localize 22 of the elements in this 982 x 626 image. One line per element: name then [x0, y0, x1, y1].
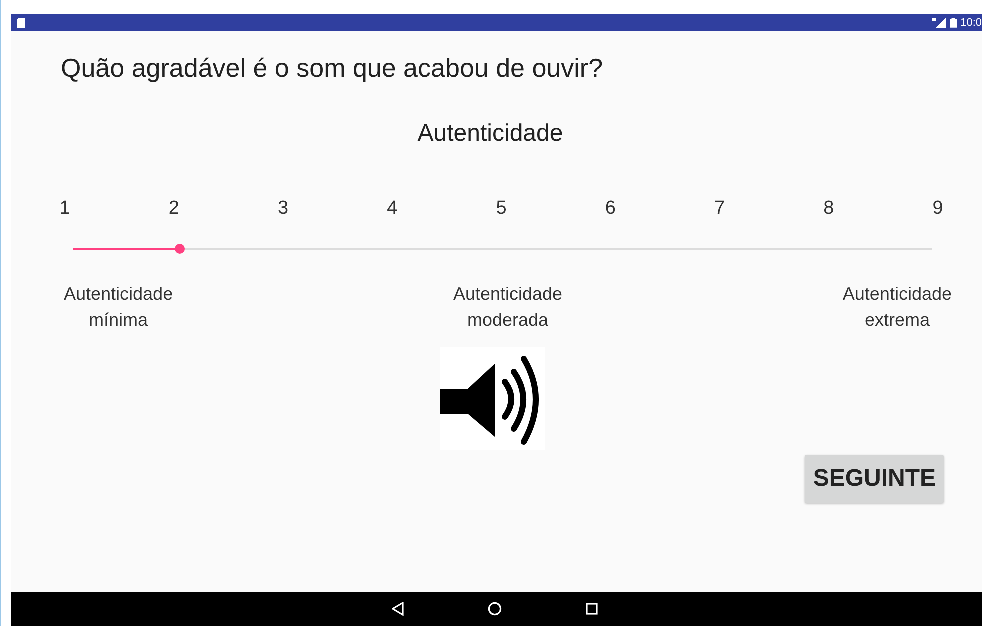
recents-icon[interactable] — [586, 603, 598, 615]
signal-icon — [932, 18, 946, 28]
scale-number: 7 — [713, 198, 726, 220]
question-text: Quão agradável é o som que acabou de ouvir? — [61, 53, 604, 84]
scale-number: 9 — [932, 198, 944, 220]
scale-anchor-label: Autenticidade extrema — [842, 283, 952, 332]
battery-icon — [950, 18, 957, 28]
next-button[interactable]: SEGUINTE — [805, 455, 944, 503]
scale-number: 5 — [495, 198, 508, 220]
scale-anchor-label: Autenticidade mínima — [64, 283, 174, 332]
scale-number: 3 — [276, 198, 290, 220]
scale-title: Autenticidade — [418, 120, 564, 148]
scale-number: 4 — [386, 198, 399, 220]
scale-number: 1 — [58, 198, 72, 220]
scale-number: 8 — [822, 198, 836, 220]
home-icon[interactable] — [488, 602, 502, 616]
back-icon[interactable] — [392, 602, 404, 616]
scale-number: 6 — [604, 198, 617, 220]
status-time: 10:0 — [960, 16, 982, 28]
sd-card-icon — [17, 18, 25, 28]
scale-number: 2 — [168, 198, 180, 220]
scale-anchor-label: Autenticidade moderada — [453, 283, 563, 332]
